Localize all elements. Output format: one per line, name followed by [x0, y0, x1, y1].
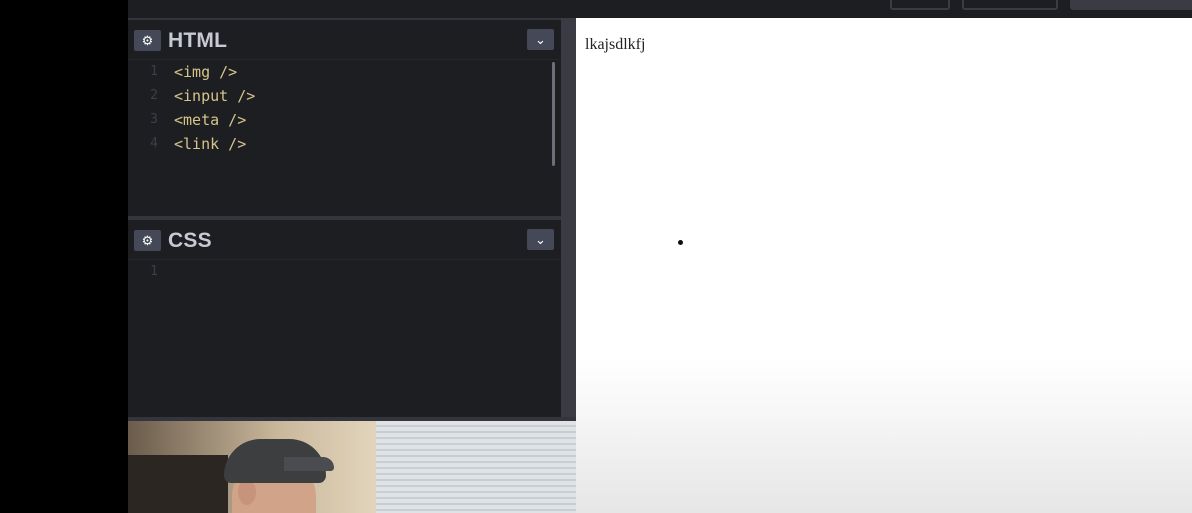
code-line[interactable]: 2 <input /> — [128, 84, 561, 108]
line-number: 2 — [150, 88, 158, 103]
chevron-down-icon[interactable]: ⌄ — [527, 229, 554, 250]
preview-pane[interactable]: lkajsdlkfj — [576, 18, 1192, 513]
editor-scrollbar[interactable] — [552, 62, 555, 166]
editor-preview-resize-handle[interactable] — [561, 18, 576, 421]
code-line[interactable]: 3 <meta /> — [128, 108, 561, 132]
code-line[interactable]: 1 — [128, 260, 561, 284]
html-code-area[interactable]: 1 <img /> 2 <input /> 3 <meta /> 4 <link… — [128, 60, 561, 156]
html-panel-header: ⚙ HTML ⌄ — [128, 20, 561, 60]
top-toolbar — [128, 0, 1192, 20]
video-letterbox-left — [0, 0, 128, 513]
code-text: <img /> — [174, 63, 238, 81]
code-line[interactable]: 4 <link /> — [128, 132, 561, 156]
css-panel-header: ⚙ CSS ⌄ — [128, 220, 561, 260]
css-code-area[interactable]: 1 — [128, 260, 561, 284]
editor-column: ⚙ HTML ⌄ 1 <img /> 2 <input /> 3 <meta /… — [128, 20, 561, 417]
webcam-window-blinds — [376, 421, 576, 513]
webcam-cabinet — [128, 455, 228, 513]
preview-text: lkajsdlkfj — [585, 36, 646, 53]
line-number: 4 — [150, 136, 158, 151]
webcam-overlay — [128, 421, 576, 513]
line-number: 1 — [150, 264, 158, 279]
gear-icon[interactable]: ⚙ — [134, 230, 161, 251]
html-editor-panel: ⚙ HTML ⌄ 1 <img /> 2 <input /> 3 <meta /… — [128, 20, 561, 216]
code-text: <meta /> — [174, 111, 247, 129]
gear-icon[interactable]: ⚙ — [134, 30, 161, 51]
chevron-down-icon[interactable]: ⌄ — [527, 29, 554, 50]
css-panel-title: CSS — [168, 229, 212, 252]
webcam-cap-brim — [284, 457, 334, 471]
code-text: <link /> — [174, 135, 247, 153]
code-text: <input /> — [174, 87, 256, 105]
css-editor-panel: ⚙ CSS ⌄ 1 — [128, 220, 561, 417]
toolbar-button[interactable] — [1070, 0, 1192, 10]
html-panel-title: HTML — [168, 29, 228, 52]
line-number: 1 — [150, 64, 158, 79]
toolbar-button[interactable] — [962, 0, 1058, 10]
line-number: 3 — [150, 112, 158, 127]
code-line[interactable]: 1 <img /> — [128, 60, 561, 84]
mouse-cursor-dot — [678, 240, 683, 245]
toolbar-button[interactable] — [890, 0, 950, 10]
